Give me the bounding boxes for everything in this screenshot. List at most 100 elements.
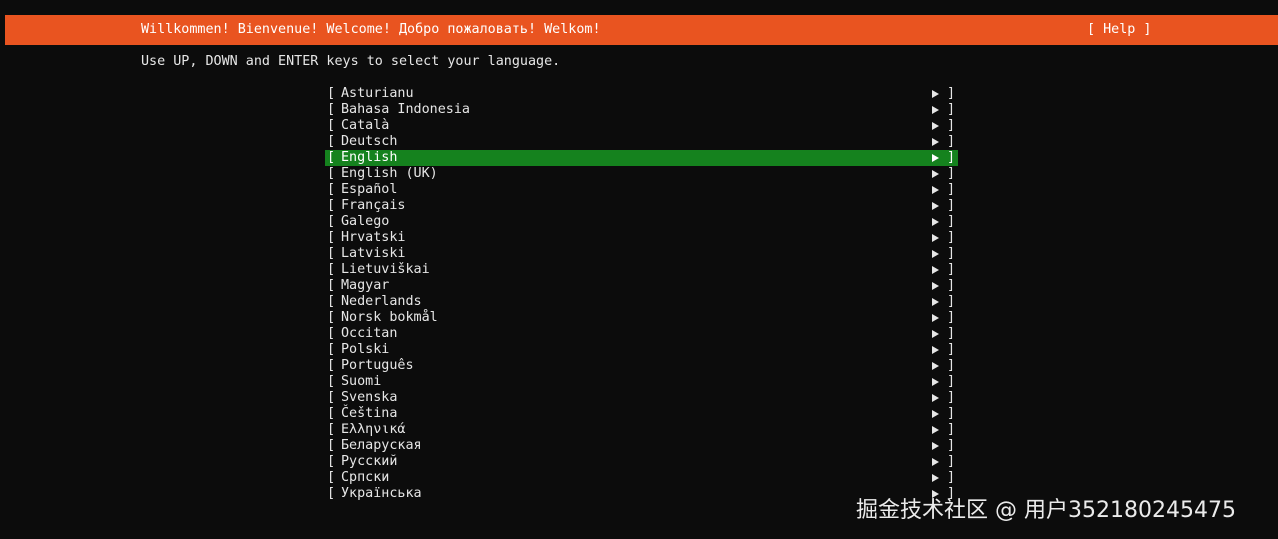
bracket-open: [: [327, 278, 336, 293]
right-triangle-icon: [932, 298, 939, 306]
language-label: Русский: [341, 454, 398, 469]
bracket-open: [: [327, 438, 336, 453]
bracket-close: ]: [947, 422, 956, 437]
language-option[interactable]: [Čeština]: [325, 406, 958, 422]
language-label: Français: [341, 198, 406, 213]
right-triangle-icon: [932, 362, 939, 370]
bracket-close: ]: [947, 278, 956, 293]
language-option[interactable]: [Español]: [325, 182, 958, 198]
bracket-open: [: [327, 326, 336, 341]
title-bar: Willkommen! Bienvenue! Welcome! Добро по…: [5, 15, 1278, 45]
right-triangle-icon: [932, 282, 939, 290]
language-option[interactable]: [Bahasa Indonesia]: [325, 102, 958, 118]
right-triangle-icon: [932, 122, 939, 130]
right-triangle-icon: [932, 426, 939, 434]
bracket-open: [: [327, 390, 336, 405]
right-triangle-icon: [932, 202, 939, 210]
right-triangle-icon: [932, 442, 939, 450]
language-option[interactable]: [ Русский]: [325, 454, 958, 470]
bracket-close: ]: [947, 294, 956, 309]
bracket-open: [: [327, 422, 336, 437]
bracket-open: [: [327, 166, 336, 181]
bracket-open: [: [327, 454, 336, 469]
bracket-open: [: [327, 358, 336, 373]
language-list: [Asturianu] [Bahasa Indonesia] [Català] [De…: [325, 86, 958, 502]
language-option[interactable]: [ Nederlands]: [325, 294, 958, 310]
language-label: Беларуская: [341, 438, 422, 453]
language-label: Occitan: [341, 326, 398, 341]
bracket-close: ]: [947, 150, 956, 165]
language-option[interactable]: [Asturianu]: [325, 86, 958, 102]
language-label: Čeština: [341, 406, 398, 421]
language-option[interactable]: [ Català]: [325, 118, 958, 134]
bracket-open: [: [327, 134, 336, 149]
language-option[interactable]: [Latviski]: [325, 246, 958, 262]
language-label: Lietuviškai: [341, 262, 430, 277]
bracket-close: ]: [947, 214, 956, 229]
right-triangle-icon: [932, 234, 939, 242]
bracket-close: ]: [947, 198, 956, 213]
language-option[interactable]: [English]: [325, 150, 958, 166]
language-option[interactable]: [Português]: [325, 358, 958, 374]
help-button[interactable]: [ Help ]: [1087, 22, 1152, 37]
language-option[interactable]: [Ελληνικά]: [325, 422, 958, 438]
language-option[interactable]: [Hrvatski]: [325, 230, 958, 246]
bracket-open: [: [327, 86, 336, 101]
bracket-close: ]: [947, 262, 956, 277]
language-option[interactable]: [Српски]: [325, 470, 958, 486]
bracket-open: [: [327, 470, 336, 485]
bracket-close: ]: [947, 230, 956, 245]
right-triangle-icon: [932, 410, 939, 418]
bracket-close: ]: [947, 182, 956, 197]
bracket-open: [: [327, 294, 336, 309]
language-label: English (UK): [341, 166, 438, 181]
language-option[interactable]: [Беларуская]: [325, 438, 958, 454]
right-triangle-icon: [932, 106, 939, 114]
language-label: Hrvatski: [341, 230, 406, 245]
right-triangle-icon: [932, 330, 939, 338]
bracket-close: ]: [947, 102, 956, 117]
language-label: Galego: [341, 214, 390, 229]
bracket-open: [: [327, 374, 336, 389]
right-triangle-icon: [932, 218, 939, 226]
language-option[interactable]: [Polski]: [325, 342, 958, 358]
language-label: Magyar: [341, 278, 390, 293]
right-triangle-icon: [932, 314, 939, 322]
language-option[interactable]: [Français]: [325, 198, 958, 214]
bracket-open: [: [327, 246, 336, 261]
instructions-text: Use UP, DOWN and ENTER keys to select yo…: [141, 54, 561, 69]
language-option[interactable]: [ Occitan]: [325, 326, 958, 342]
right-triangle-icon: [932, 346, 939, 354]
bracket-close: ]: [947, 454, 956, 469]
language-option[interactable]: [Norsk bokmål]: [325, 310, 958, 326]
language-option[interactable]: [Svenska]: [325, 390, 958, 406]
bracket-open: [: [327, 486, 336, 501]
bracket-close: ]: [947, 342, 956, 357]
bracket-open: [: [327, 118, 336, 133]
bracket-close: ]: [947, 326, 956, 341]
bracket-close: ]: [947, 118, 956, 133]
language-label: Català: [341, 118, 390, 133]
language-label: Svenska: [341, 390, 398, 405]
right-triangle-icon: [932, 458, 939, 466]
bracket-close: ]: [947, 166, 956, 181]
right-triangle-icon: [932, 186, 939, 194]
welcome-title: Willkommen! Bienvenue! Welcome! Добро по…: [141, 22, 601, 37]
language-label: Español: [341, 182, 398, 197]
language-option[interactable]: [Lietuviškai]: [325, 262, 958, 278]
language-option[interactable]: [ Magyar]: [325, 278, 958, 294]
language-option[interactable]: [Galego]: [325, 214, 958, 230]
language-option[interactable]: [ English (UK)]: [325, 166, 958, 182]
language-option[interactable]: [Deutsch]: [325, 134, 958, 150]
language-option[interactable]: [Suomi]: [325, 374, 958, 390]
installer-screen: Willkommen! Bienvenue! Welcome! Добро по…: [0, 0, 1278, 539]
right-triangle-icon: [932, 266, 939, 274]
bracket-open: [: [327, 102, 336, 117]
bracket-close: ]: [947, 470, 956, 485]
language-label: Português: [341, 358, 414, 373]
language-label: Nederlands: [341, 294, 422, 309]
language-label: Norsk bokmål: [341, 310, 438, 325]
language-label: Українська: [341, 486, 422, 501]
right-triangle-icon: [932, 170, 939, 178]
bracket-close: ]: [947, 406, 956, 421]
